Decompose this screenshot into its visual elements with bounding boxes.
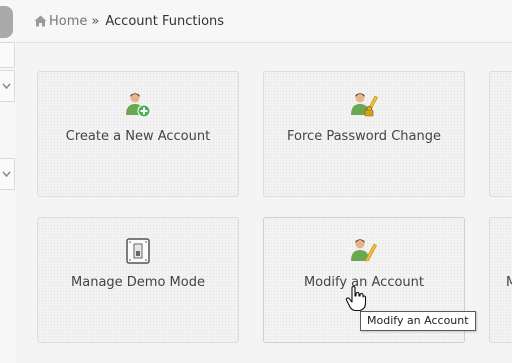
user-pencil-icon <box>351 239 377 263</box>
breadcrumb: Home » Account Functions <box>34 14 224 30</box>
door-switch-icon <box>126 238 150 264</box>
tile-partial-right-2[interactable]: M <box>489 217 512 343</box>
chevron-down-icon <box>2 171 11 177</box>
tile-label: Create a New Account <box>65 129 211 144</box>
tile-create-account[interactable]: Create a New Account <box>37 71 239 197</box>
home-icon <box>34 15 47 27</box>
sidebar-expand-button-2[interactable] <box>0 158 15 190</box>
hand-cursor-icon <box>345 286 367 312</box>
user-lock-pencil-icon <box>351 93 378 117</box>
chevron-down-icon <box>2 83 11 89</box>
breadcrumb-home-link[interactable]: Home <box>34 14 87 29</box>
tile-manage-demo-mode[interactable]: Manage Demo Mode <box>37 217 239 343</box>
tile-label: Manage Demo Mode <box>71 275 205 290</box>
logo-icon[interactable] <box>0 6 13 38</box>
tile-partial-right-1[interactable] <box>489 71 512 197</box>
breadcrumb-home-label[interactable]: Home <box>49 14 87 29</box>
sidebar-toggle-button[interactable] <box>0 42 15 68</box>
sidebar-collapsed <box>0 42 16 363</box>
top-bar: Home » Account Functions <box>0 0 512 43</box>
user-add-icon <box>126 93 151 118</box>
tooltip: Modify an Account <box>360 311 476 331</box>
tile-force-password-change[interactable]: Force Password Change <box>263 71 465 197</box>
tile-label: Force Password Change <box>287 129 441 144</box>
tile-label: M <box>506 275 512 290</box>
breadcrumb-separator: » <box>91 14 100 29</box>
sidebar-expand-button-1[interactable] <box>0 70 15 102</box>
breadcrumb-current: Account Functions <box>105 14 225 29</box>
